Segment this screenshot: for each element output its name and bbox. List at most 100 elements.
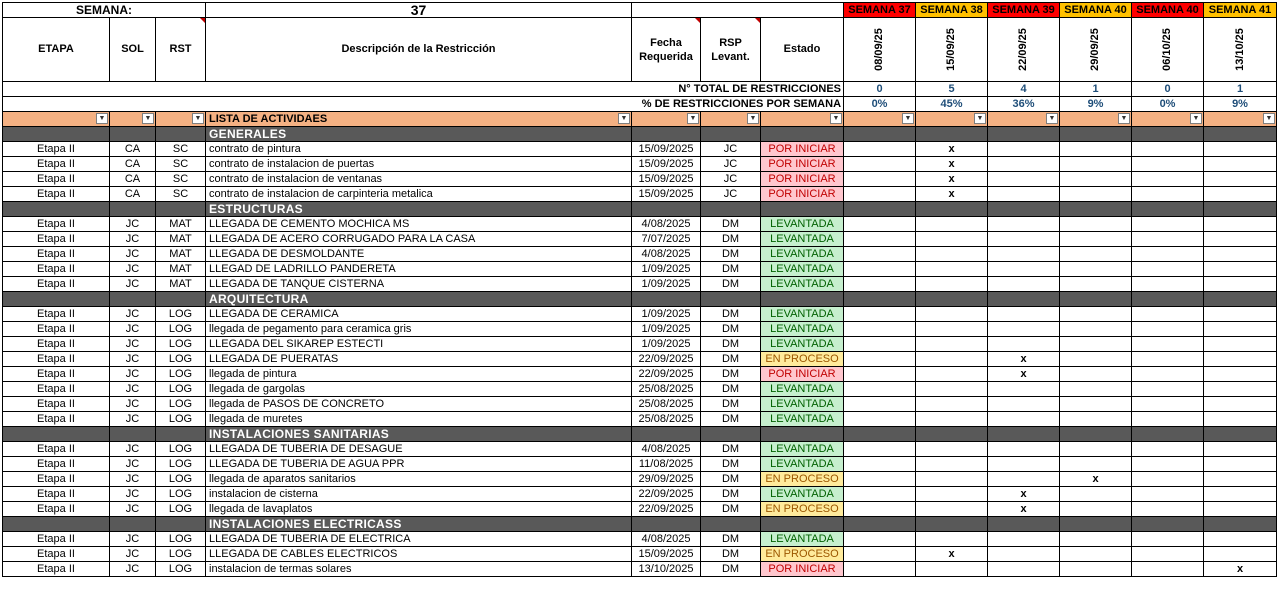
cell-sol[interactable]: JC [109,471,156,487]
week-cell[interactable] [843,216,917,232]
header-estado[interactable]: Estado [759,17,845,82]
cell-descripcion[interactable]: LLEGAD DE LADRILLO PANDERETA [205,261,632,277]
cell-sol[interactable]: JC [109,546,156,562]
section-title[interactable]: INSTALACIONES SANITARIAS [205,426,632,442]
week-label-0[interactable]: SEMANA 37 [843,2,917,18]
cell-descripcion[interactable]: LLEGADA DEL SIKAREP ESTECTI [205,336,632,352]
section-cell[interactable] [109,201,156,217]
cell-etapa[interactable]: Etapa II [2,561,110,577]
week-cell[interactable] [1203,231,1278,247]
section-cell[interactable] [987,126,1061,142]
cell-sol[interactable]: JC [109,276,156,292]
cell-rst[interactable]: LOG [155,561,206,577]
cell-rsp[interactable]: DM [700,231,761,247]
week-mark[interactable]: x [1203,561,1278,577]
cell-rsp[interactable]: DM [700,501,761,517]
filter-cell[interactable]: ▼ [700,111,761,127]
cell-estado[interactable]: LEVANTADA [759,486,845,502]
cell-rsp[interactable]: DM [700,546,761,562]
cell-sol[interactable]: JC [109,456,156,472]
cell-rsp[interactable]: JC [700,171,761,187]
cell-estado[interactable]: LEVANTADA [759,456,845,472]
cell-fecha[interactable]: 1/09/2025 [631,321,701,337]
week-cell[interactable] [987,561,1061,577]
week-cell[interactable] [1203,186,1278,202]
section-cell[interactable] [1203,516,1278,532]
section-cell[interactable] [1131,201,1205,217]
section-cell[interactable] [1131,126,1205,142]
week-cell[interactable] [987,546,1061,562]
empty-cell[interactable] [630,2,845,18]
cell-sol[interactable]: JC [109,396,156,412]
week-cell[interactable] [1059,276,1133,292]
cell-rst[interactable]: LOG [155,501,206,517]
section-title[interactable]: GENERALES [205,126,632,142]
week-cell[interactable] [1131,171,1205,187]
pct-label[interactable]: % DE RESTRICCIONES POR SEMANA [1,96,845,112]
cell-rsp[interactable]: DM [700,261,761,277]
cell-estado[interactable]: POR INICIAR [759,366,845,382]
cell-rsp[interactable]: DM [700,246,761,262]
cell-etapa[interactable]: Etapa II [2,141,110,157]
cell-etapa[interactable]: Etapa II [2,246,110,262]
section-cell[interactable] [700,126,761,142]
section-cell[interactable] [631,291,701,307]
cell-estado[interactable]: POR INICIAR [759,171,845,187]
section-cell[interactable] [2,291,110,307]
section-cell[interactable] [1203,126,1278,142]
cell-fecha[interactable]: 4/08/2025 [631,531,701,547]
cell-rsp[interactable]: JC [700,141,761,157]
section-cell[interactable] [915,426,989,442]
week-cell[interactable] [843,546,917,562]
week-cell[interactable] [843,531,917,547]
week-cell[interactable] [843,411,917,427]
week-cell[interactable] [1059,441,1133,457]
week-cell[interactable] [915,351,989,367]
week-cell[interactable] [915,441,989,457]
section-cell[interactable] [700,201,761,217]
cell-fecha[interactable]: 1/09/2025 [631,276,701,292]
cell-rst[interactable]: SC [155,186,206,202]
week-cell[interactable] [1131,351,1205,367]
week-cell[interactable] [1203,546,1278,562]
week-cell[interactable] [1203,531,1278,547]
cell-estado[interactable]: LEVANTADA [759,321,845,337]
week-cell[interactable] [1059,336,1133,352]
cell-rsp[interactable]: JC [700,156,761,172]
cell-fecha[interactable]: 7/07/2025 [631,231,701,247]
week-cell[interactable] [1131,381,1205,397]
week-cell[interactable] [1131,276,1205,292]
section-cell[interactable] [631,426,701,442]
header-rst[interactable]: RST [155,17,206,82]
week-cell[interactable] [987,456,1061,472]
week-cell[interactable] [915,501,989,517]
cell-rst[interactable]: LOG [155,381,206,397]
week-cell[interactable] [1131,396,1205,412]
cell-fecha[interactable]: 22/09/2025 [631,351,701,367]
section-cell[interactable] [1059,291,1133,307]
week-cell[interactable] [1203,246,1278,262]
week-cell[interactable] [915,246,989,262]
cell-rsp[interactable]: DM [700,561,761,577]
cell-fecha[interactable]: 25/08/2025 [631,411,701,427]
cell-fecha[interactable]: 15/09/2025 [631,141,701,157]
cell-etapa[interactable]: Etapa II [2,381,110,397]
cell-estado[interactable]: LEVANTADA [759,396,845,412]
cell-rst[interactable]: LOG [155,456,206,472]
week-cell[interactable] [1059,366,1133,382]
week-cell[interactable] [1059,231,1133,247]
cell-etapa[interactable]: Etapa II [2,351,110,367]
dropdown-arrow-icon[interactable]: ▼ [747,113,759,124]
total-label[interactable]: N° TOTAL DE RESTRICCIONES [1,81,845,97]
pct-3[interactable]: 9% [1059,96,1133,112]
section-cell[interactable] [155,291,206,307]
cell-rsp[interactable]: DM [700,276,761,292]
cell-estado[interactable]: LEVANTADA [759,441,845,457]
week-mark[interactable]: x [915,546,989,562]
cell-etapa[interactable]: Etapa II [2,441,110,457]
cell-sol[interactable]: JC [109,366,156,382]
cell-descripcion[interactable]: LLEGADA DE CEMENTO MOCHICA MS [205,216,632,232]
cell-etapa[interactable]: Etapa II [2,336,110,352]
section-cell[interactable] [109,516,156,532]
week-date-5[interactable]: 13/10/25 [1203,17,1278,82]
